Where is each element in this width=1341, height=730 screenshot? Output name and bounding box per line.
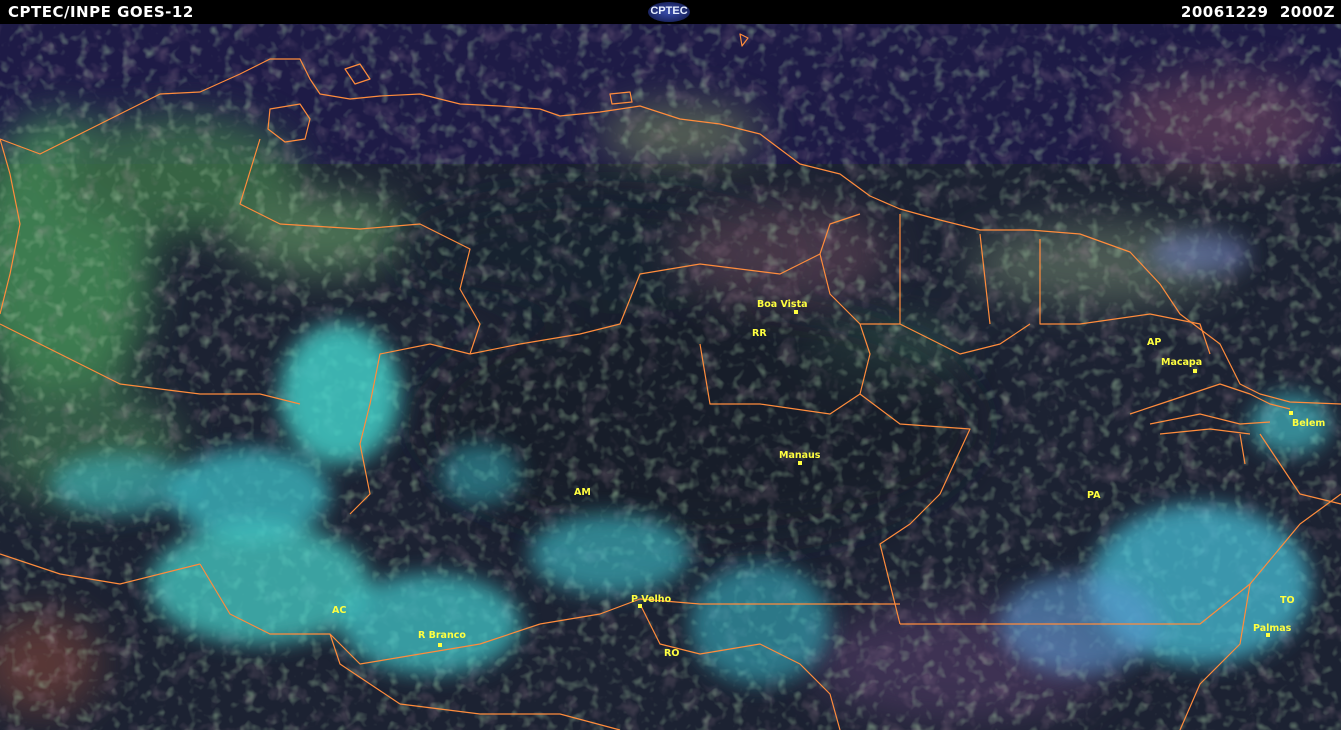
city-marker xyxy=(1289,411,1293,415)
city-marker xyxy=(1193,369,1197,373)
city-marker xyxy=(794,310,798,314)
city-marker xyxy=(638,604,642,608)
state-label-ap: AP xyxy=(1147,337,1161,348)
state-label-to: TO xyxy=(1280,595,1295,606)
city-label: Macapa xyxy=(1161,357,1202,368)
state-label-rr: RR xyxy=(752,328,767,339)
city-label: Boa Vista xyxy=(757,299,808,310)
logo-text: CPTEC xyxy=(650,5,688,17)
city-marker xyxy=(1266,633,1270,637)
city-label: R Branco xyxy=(418,630,466,641)
city-marker xyxy=(798,461,802,465)
header-bar: CPTEC/INPE GOES-12 CPTEC 20061229 2000Z xyxy=(0,0,1341,24)
city-label: P Velho xyxy=(631,594,672,605)
state-label-am: AM xyxy=(574,487,591,498)
datetime-label: 20061229 2000Z xyxy=(1180,3,1335,21)
cptec-logo: CPTEC xyxy=(648,2,690,22)
city-label: Belem xyxy=(1292,418,1325,429)
state-label-ro: RO xyxy=(664,648,679,659)
state-label-pa: PA xyxy=(1087,490,1101,501)
city-label: Palmas xyxy=(1253,623,1292,634)
city-label: Manaus xyxy=(779,450,821,461)
city-marker xyxy=(438,643,442,647)
state-label-ac: AC xyxy=(332,605,346,616)
source-label: CPTEC/INPE GOES-12 xyxy=(8,3,194,21)
satellite-map: RR AP AM PA AC RO TO Boa Vista Macapa Be… xyxy=(0,24,1341,730)
